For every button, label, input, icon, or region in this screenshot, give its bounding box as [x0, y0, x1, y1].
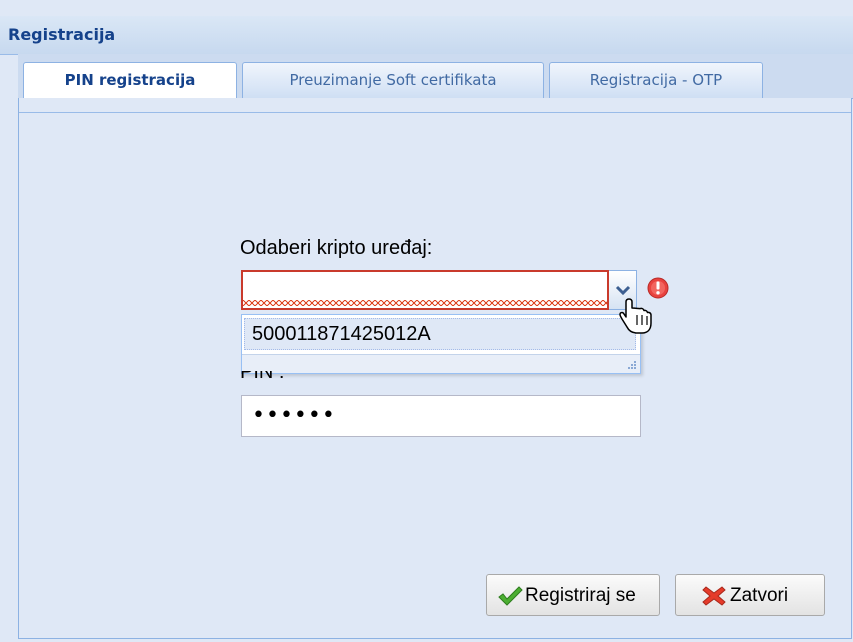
checkmark-icon — [498, 586, 523, 606]
tab-body-top-strip — [19, 98, 851, 113]
registration-window: Registracija PIN registracija Preuzimanj… — [0, 0, 853, 642]
pin-field[interactable]: •••••• — [241, 395, 641, 437]
panel-title: Registracija — [8, 25, 116, 44]
resize-grip-icon[interactable] — [627, 360, 637, 370]
close-button[interactable]: Zatvori — [675, 574, 825, 616]
tab-pin-registracija[interactable]: PIN registracija — [23, 62, 237, 99]
tab-strip: PIN registracija Preuzimanje Soft certif… — [18, 54, 853, 99]
chevron-down-icon — [615, 285, 631, 296]
panel-header: Registracija — [0, 16, 853, 55]
tab-preuzimanje-soft-certifikata[interactable]: Preuzimanje Soft certifikata — [242, 62, 544, 98]
hand-cursor-icon — [619, 298, 652, 334]
close-button-label: Zatvori — [730, 585, 789, 606]
error-icon — [647, 277, 669, 299]
dropdown-footer — [242, 354, 640, 373]
register-button[interactable]: Registriraj se — [486, 574, 660, 616]
red-x-icon — [702, 586, 726, 606]
device-label: Odaberi kripto uređaj: — [240, 237, 433, 259]
device-dropdown-list: 500011871425012A — [241, 314, 641, 374]
dropdown-option[interactable]: 500011871425012A — [244, 318, 636, 350]
tab-registracija-otp[interactable]: Registracija - OTP — [549, 62, 763, 98]
invalid-underline — [243, 300, 607, 306]
register-button-label: Registriraj se — [525, 585, 636, 606]
tab-body: Odaberi kripto uređaj: 500011871425012A — [18, 98, 852, 639]
